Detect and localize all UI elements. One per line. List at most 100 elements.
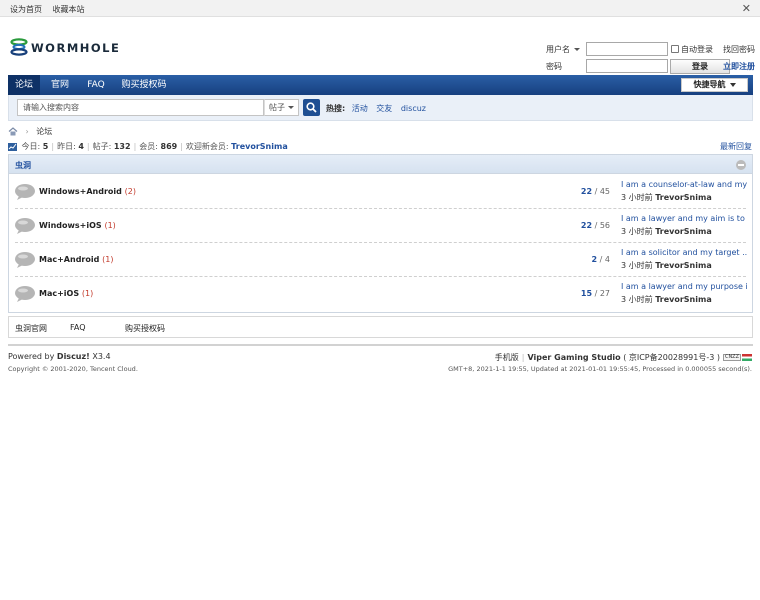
members-count: 869 [160,142,178,151]
last-post-user[interactable]: TrevorSnima [655,295,712,304]
mobile-link[interactable]: 手机版 [495,353,519,362]
breadcrumb-current[interactable]: 论坛 [36,127,52,136]
register-link[interactable]: 立即注册 [723,61,755,72]
board-row: Windows+Android (2) 22 / 45 I am a couns… [9,175,752,209]
top-bar: 设为首页 收藏本站 ✕ [0,0,760,17]
board-last-post: I am a counselor-at-law and my ... 3 小时前… [621,180,747,203]
password-input[interactable] [586,59,668,73]
search-input[interactable]: 请输入搜索内容 [17,99,264,116]
board-today-count: (1) [81,289,94,298]
top-links: 设为首页 收藏本站 [10,4,93,15]
header: WORMHOLE 用户名 自动登录 找回密码 密码 登录 立即注册 [0,17,760,75]
hot-term[interactable]: 活动 [352,104,368,113]
board-name[interactable]: Mac+Android (1) [39,255,113,264]
today-label: 今日: [21,142,41,151]
board-today-count: (1) [104,221,116,230]
auto-login-checkbox[interactable] [671,45,679,53]
server-timing: GMT+8, 2021-1-1 19:55, Updated at 2021-0… [448,365,752,373]
find-password-link[interactable]: 找回密码 [723,44,755,55]
bookmark-link[interactable]: 收藏本站 [53,5,85,14]
quick-nav-button[interactable]: 快捷导航 [681,78,748,92]
username-selector[interactable]: 用户名 [546,44,580,55]
last-post-user[interactable]: TrevorSnima [655,227,712,236]
search-bar: 请输入搜索内容 帖子 热搜: 活动 交友 discuz [8,95,753,121]
auto-login-label: 自动登录 [681,45,713,54]
posts-label: 帖子: [92,142,112,151]
newest-member-link[interactable]: TrevorSnima [231,142,288,151]
board-icon[interactable] [14,251,36,269]
nav-item-buy-license[interactable]: 购买授权码 [116,75,172,95]
board-last-post: I am a lawyer and my aim is to ... 3 小时前… [621,214,747,237]
last-post-title[interactable]: I am a counselor-at-law and my ... [621,180,747,189]
category-title[interactable]: 虫洞 [15,160,31,171]
board-counts: 22 / 45 [580,187,610,196]
last-post-meta: 3 小时前 TrevorSnima [621,227,712,236]
board-counts: 22 / 56 [580,221,610,230]
last-post-title[interactable]: I am a solicitor and my target ... [621,248,747,257]
board-name[interactable]: Mac+iOS (1) [39,289,93,298]
board-row: Mac+iOS (1) 15 / 27 I am a lawyer and my… [9,277,752,311]
footer-right: 手机版 | Viper Gaming Studio ( 京ICP备20028991号… [495,352,752,363]
footer-link-faq[interactable]: FAQ [70,323,86,332]
icp-link[interactable]: ( 京ICP备20028991号-3 ) [623,353,720,362]
welcome-label: 欢迎新会员: [185,142,229,151]
chevron-down-icon [574,48,580,51]
today-count: 5 [42,142,49,151]
board-last-post: I am a solicitor and my target ... 3 小时前… [621,248,747,271]
last-post-meta: 3 小时前 TrevorSnima [621,295,712,304]
hot-term[interactable]: 交友 [376,104,392,113]
board-icon[interactable] [14,217,36,235]
studio-link[interactable]: Viper Gaming Studio [527,353,620,362]
board-icon[interactable] [14,183,36,201]
last-post-title[interactable]: I am a lawyer and my aim is to ... [621,214,747,223]
board-counts: 2 / 4 [591,255,610,264]
chevron-down-icon [288,106,294,109]
home-icon[interactable] [8,127,18,136]
hot-term[interactable]: discuz [401,104,426,113]
yesterday-count: 4 [78,142,84,151]
chart-icon [8,142,17,151]
last-post-user[interactable]: TrevorSnima [655,261,712,270]
search-icon [306,102,317,113]
search-type-select[interactable]: 帖子 [264,99,299,116]
login-button[interactable]: 登录 [670,59,730,74]
wormhole-logo-icon [10,38,28,56]
discuz-link[interactable]: Discuz! [57,352,90,361]
collapse-icon[interactable] [736,160,746,170]
powered-by: Powered by Discuz! X3.4 [8,352,111,361]
copyright: Copyright © 2001-2020, Tencent Cloud. [8,365,138,373]
nav-item-faq[interactable]: FAQ [80,75,112,95]
board-today-count: (1) [102,255,114,264]
board-name[interactable]: Windows+Android (2) [39,187,136,196]
username-input[interactable] [586,42,668,56]
footer-link-strip: 虫洞官网 FAQ 购买授权码 [8,316,753,338]
category-header: 虫洞 [9,155,752,174]
board-icon[interactable] [14,285,36,303]
forum-stats: 今日: 5 | 昨日: 4 | 帖子: 132 | 会员: 869 | 欢迎新会员: Trevo… [8,141,288,152]
latest-replies-link[interactable]: 最新回复 [720,141,752,152]
board-name[interactable]: Windows+iOS (1) [39,221,116,230]
forum-category: 虫洞 Windows+Android (2) 22 / 45 I am a co… [8,154,753,313]
nav-item-forum[interactable]: 论坛 [8,75,40,95]
footer-link-buy-license[interactable]: 购买授权码 [125,323,165,334]
chevron-down-icon [729,82,736,87]
board-today-count: (2) [124,187,137,196]
set-home-link[interactable]: 设为首页 [10,5,42,14]
last-post-user[interactable]: TrevorSnima [655,193,712,202]
board-row: Windows+iOS (1) 22 / 56 I am a lawyer an… [9,209,752,243]
password-label: 密码 [546,62,562,71]
close-icon[interactable]: ✕ [742,2,751,15]
site-logo[interactable]: WORMHOLE [10,38,119,58]
breadcrumb-separator: › [25,127,29,136]
search-button[interactable] [303,99,320,116]
cnzz-badge[interactable]: CNZZ [723,354,741,361]
last-post-title[interactable]: I am a lawyer and my purpose i ... [621,282,747,291]
footer-link-wormhole[interactable]: 虫洞官网 [15,323,47,334]
board-last-post: I am a lawyer and my purpose i ... 3 小时前… [621,282,747,305]
hot-search: 热搜: 活动 交友 discuz [326,103,432,114]
nav-item-official[interactable]: 官网 [44,75,76,95]
footer-divider [8,344,753,346]
members-label: 会员: [139,142,158,151]
logo-wordmark: WORMHOLE [31,41,121,55]
board-row: Mac+Android (1) 2 / 4 I am a solicitor a… [9,243,752,277]
